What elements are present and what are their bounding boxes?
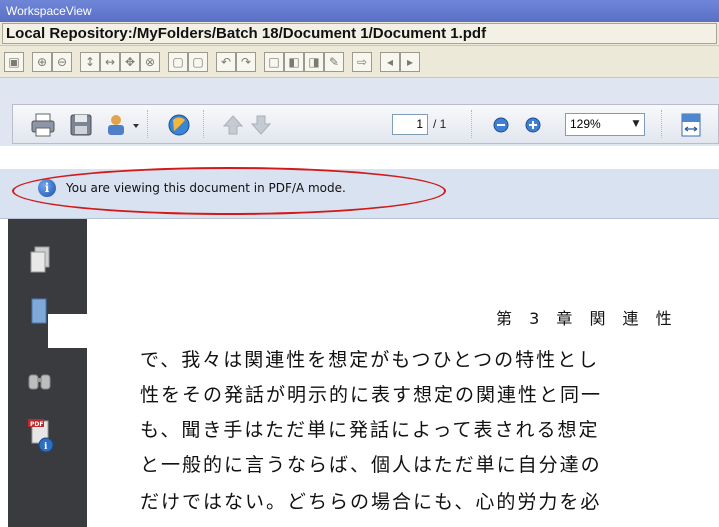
layout-left-icon[interactable]: ◧ — [284, 52, 304, 72]
toolbar-separator — [203, 110, 206, 138]
workspace-toolbar: ▣ ⊕ ⊖ ↕ ↔ ✥ ⊗ ▢ ▢ ↶ ↷ □ ◧ ◨ ✎ ⇨ ◂ ▸ — [0, 46, 719, 78]
next-icon[interactable]: ⇨ — [352, 52, 372, 72]
document-text-line: も、聞き手はただ単に発話によって表される想定 — [140, 419, 600, 441]
document-page — [87, 219, 719, 527]
zoom-value: 129% — [570, 117, 601, 131]
window-title-bar: WorkspaceView — [0, 0, 719, 22]
pan-icon[interactable]: ✥ — [120, 52, 140, 72]
annotation-ellipse — [12, 167, 446, 215]
layout-right-icon[interactable]: ◨ — [304, 52, 324, 72]
horizontal-resize-icon[interactable]: ↔ — [100, 52, 120, 72]
svg-text:i: i — [44, 442, 48, 452]
toolbar-separator — [471, 110, 474, 138]
toolbar-separator — [661, 110, 664, 138]
next-page-icon[interactable] — [247, 111, 275, 139]
vertical-resize-icon[interactable]: ↕ — [80, 52, 100, 72]
page-number-input[interactable]: 1 — [392, 114, 428, 135]
zoom-out-icon[interactable] — [491, 111, 511, 139]
share-icon[interactable] — [103, 111, 131, 139]
zoom-in-icon[interactable]: ⊕ — [32, 52, 52, 72]
page-total-label: / 1 — [433, 117, 447, 131]
prev-page-icon[interactable]: ◂ — [380, 52, 400, 72]
zoom-in-icon[interactable] — [523, 111, 543, 139]
pdf-info-icon[interactable]: PDF i — [26, 415, 54, 455]
chevron-down-icon[interactable]: ▼ — [628, 114, 644, 135]
rotate-right-icon[interactable]: ↷ — [236, 52, 256, 72]
zoom-area-icon[interactable]: ⊗ — [140, 52, 160, 72]
document-text-line: 性をその発話が明示的に表す想定の関連性と同一 — [140, 384, 603, 406]
window-title: WorkspaceView — [6, 4, 92, 18]
find-binoculars-icon[interactable] — [26, 365, 54, 399]
toolbar-separator — [147, 110, 150, 138]
chevron-down-icon[interactable] — [131, 111, 141, 139]
path-field[interactable]: Local Repository:/MyFolders/Batch 18/Doc… — [2, 23, 717, 44]
svg-text:PDF: PDF — [30, 421, 43, 428]
document-text-line: と一般的に言うならば、個人はただ単に自分達の — [140, 454, 602, 476]
path-bar: Local Repository:/MyFolders/Batch 18/Doc… — [0, 22, 719, 46]
chapter-heading: 第 3 章 関 連 性 — [496, 309, 678, 328]
navigation-pane: PDF i — [8, 219, 87, 527]
save-icon[interactable]: ▣ — [4, 52, 24, 72]
pdf-toolbar-area: 1 / 1 129% ▼ — [0, 78, 719, 146]
pages-icon[interactable] — [26, 245, 54, 279]
next-page-icon[interactable]: ▸ — [400, 52, 420, 72]
fit-width-icon[interactable] — [677, 111, 705, 139]
layout-single-icon[interactable]: □ — [264, 52, 284, 72]
print-icon[interactable] — [29, 111, 57, 139]
fit-page-icon[interactable]: ▢ — [168, 52, 188, 72]
zoom-select[interactable]: 129% ▼ — [565, 113, 645, 136]
document-text-line: で、我々は関連性を想定がもつひとつの特性とし — [140, 349, 600, 371]
pdf-toolbar: 1 / 1 129% ▼ — [12, 104, 719, 144]
document-text-line: だけではない。どちらの場合にも、心的労力を必 — [140, 491, 602, 513]
rotate-left-icon[interactable]: ↶ — [216, 52, 236, 72]
annotation-icon[interactable]: ✎ — [324, 52, 344, 72]
fit-width-icon[interactable]: ▢ — [188, 52, 208, 72]
zoom-out-icon[interactable]: ⊖ — [52, 52, 72, 72]
previous-page-icon[interactable] — [219, 111, 247, 139]
settings-icon[interactable] — [165, 111, 193, 139]
save-icon[interactable] — [67, 111, 95, 139]
